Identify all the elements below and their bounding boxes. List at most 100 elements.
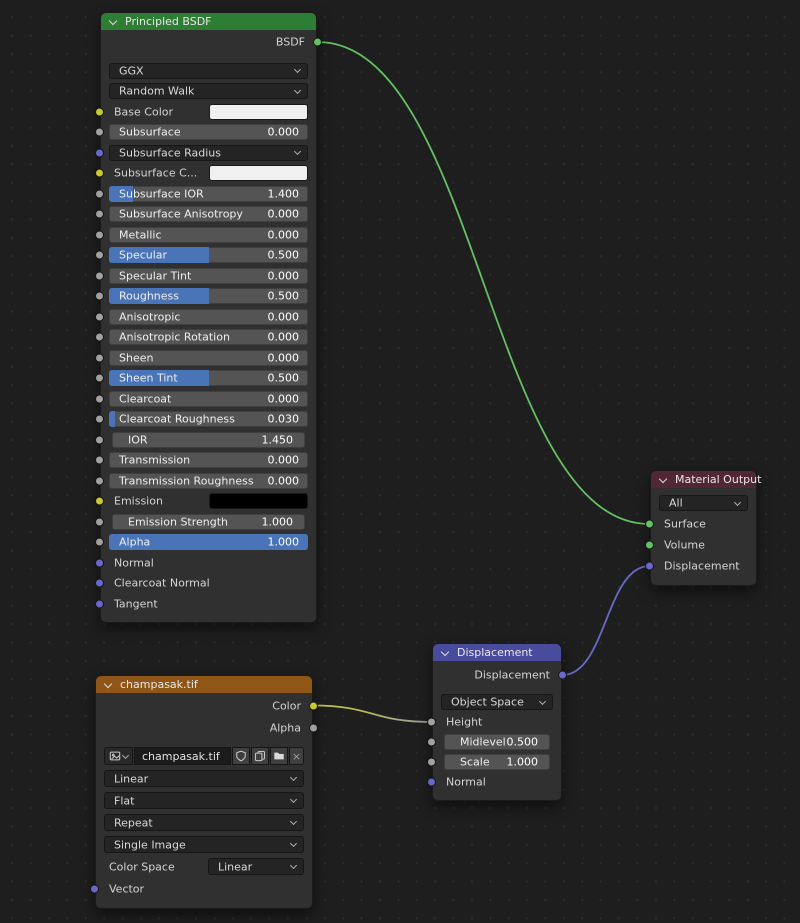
collapse-chevron-icon[interactable] [659,475,667,483]
node-header-principled[interactable]: Principled BSDF [101,13,316,30]
node-tex[interactable]: champasak.tifColorAlphachampasak.tif×Lin… [95,675,313,909]
slider-alpha[interactable]: Alpha1.000 [109,534,308,550]
socket-ior[interactable] [95,435,104,444]
socket-roughness[interactable] [95,292,104,301]
color-swatch-subsurface-c[interactable] [209,165,309,181]
socket-normal[interactable] [95,558,104,567]
collapse-chevron-icon[interactable] [109,17,117,25]
socket-subsurface-anisotropy[interactable] [95,210,104,219]
node-editor-canvas[interactable]: Principled BSDFBSDFGGXRandom WalkBase Co… [0,0,800,923]
socket-color[interactable] [309,701,318,710]
slider-specular-tint[interactable]: Specular Tint0.000 [109,268,308,284]
socket-surface[interactable] [645,520,654,529]
value-field-emission-strength[interactable]: Emission Strength1.000 [112,514,305,530]
dropdown-object-space[interactable]: Object Space [441,694,553,710]
slider-transmission-roughness[interactable]: Transmission Roughness0.000 [109,473,308,489]
socket-metallic[interactable] [95,230,104,239]
value-field-scale[interactable]: Scale1.000 [444,754,550,770]
collapse-chevron-icon[interactable] [104,680,112,688]
socket-emission-strength[interactable] [95,517,104,526]
socket-tangent[interactable] [95,599,104,608]
socket-label: Normal [446,776,486,789]
socket-sheen[interactable] [95,353,104,362]
slider-specular[interactable]: Specular0.500 [109,247,308,263]
socket-specular[interactable] [95,251,104,260]
dropdown-color-space[interactable]: Linear [208,858,304,875]
socket-label: Surface [664,518,706,531]
socket-alpha[interactable] [95,538,104,547]
socket-subsurface-ior[interactable] [95,189,104,198]
node-header-displacement[interactable]: Displacement [433,644,561,661]
field-label: IOR [128,433,148,446]
node-header-material[interactable]: Material Output [651,471,756,488]
socket-vector[interactable] [90,884,99,893]
socket-anisotropic[interactable] [95,312,104,321]
slider-subsurface-ior[interactable]: Subsurface IOR1.400 [109,186,308,202]
socket-normal[interactable] [427,778,436,787]
slider-subsurface-anisotropy[interactable]: Subsurface Anisotropy0.000 [109,206,308,222]
socket-clearcoat[interactable] [95,394,104,403]
socket-transmission[interactable] [95,456,104,465]
slider-anisotropic[interactable]: Anisotropic0.000 [109,309,308,325]
dropdown-random-walk[interactable]: Random Walk [109,83,308,99]
dropdown-value: All [669,497,683,510]
socket-volume[interactable] [645,541,654,550]
image-icon [109,750,121,762]
socket-emission[interactable] [95,497,104,506]
socket-base-color[interactable] [95,107,104,116]
socket-scale[interactable] [427,758,436,767]
value-field-ior[interactable]: IOR1.450 [112,432,305,448]
node-header-tex[interactable]: champasak.tif [96,676,312,693]
slider-clearcoat-roughness[interactable]: Clearcoat Roughness0.030 [109,411,308,427]
open-image-button[interactable] [270,747,288,765]
socket-clearcoat-normal[interactable] [95,579,104,588]
color-swatch-base-color[interactable] [209,104,309,120]
node-principled[interactable]: Principled BSDFBSDFGGXRandom WalkBase Co… [100,12,317,623]
dropdown-all[interactable]: All [659,495,748,511]
value-field-midlevel[interactable]: Midlevel0.500 [444,734,550,750]
field-label: Anisotropic [119,310,180,323]
socket-subsurface[interactable] [95,128,104,137]
socket-displacement[interactable] [645,562,654,571]
dropdown-repeat[interactable]: Repeat [104,814,304,831]
slider-sheen-tint[interactable]: Sheen Tint0.500 [109,370,308,386]
socket-height[interactable] [427,718,436,727]
row-emission: Emission [109,493,308,509]
socket-out[interactable] [95,148,104,157]
socket-bsdf[interactable] [313,38,322,47]
socket-subsurface-c[interactable] [95,169,104,178]
node-displacement[interactable]: DisplacementDisplacementObject SpaceHeig… [432,643,562,801]
socket-sheen-tint[interactable] [95,374,104,383]
color-swatch-emission[interactable] [209,493,309,509]
socket-transmission-roughness[interactable] [95,476,104,485]
fake-user-button[interactable] [232,747,250,765]
slider-sheen[interactable]: Sheen0.000 [109,350,308,366]
socket-midlevel[interactable] [427,738,436,747]
slider-clearcoat[interactable]: Clearcoat0.000 [109,391,308,407]
dropdown-linear[interactable]: Linear [104,770,304,787]
slider-anisotropic-rotation[interactable]: Anisotropic Rotation0.000 [109,329,308,345]
socket-specular-tint[interactable] [95,271,104,280]
unlink-button[interactable]: × [289,747,304,765]
duplicate-button[interactable] [251,747,269,765]
image-name-field[interactable]: champasak.tif [134,747,231,765]
field-label: Transmission Roughness [119,474,254,487]
dropdown-single-image[interactable]: Single Image [104,836,304,853]
row-repeat: Repeat [104,814,304,831]
node-material[interactable]: Material OutputAllSurfaceVolumeDisplacem… [650,470,757,586]
collapse-chevron-icon[interactable] [441,648,449,656]
slider-roughness[interactable]: Roughness0.500 [109,288,308,304]
image-menu-button[interactable] [104,747,133,765]
socket-alpha[interactable] [309,723,318,732]
slider-metallic[interactable]: Metallic0.000 [109,227,308,243]
slider-subsurface[interactable]: Subsurface0.000 [109,124,308,140]
socket-clearcoat-roughness[interactable] [95,415,104,424]
dropdown-ggx[interactable]: GGX [109,63,308,79]
slider-transmission[interactable]: Transmission0.000 [109,452,308,468]
dropdown-subsurface-radius[interactable]: Subsurface Radius [109,145,308,161]
wire-principled-bsdf-to-material-surface [318,42,650,524]
socket-displacement[interactable] [558,671,567,680]
socket-anisotropic-rotation[interactable] [95,333,104,342]
dropdown-flat[interactable]: Flat [104,792,304,809]
dropdown-value: Object Space [451,696,524,709]
